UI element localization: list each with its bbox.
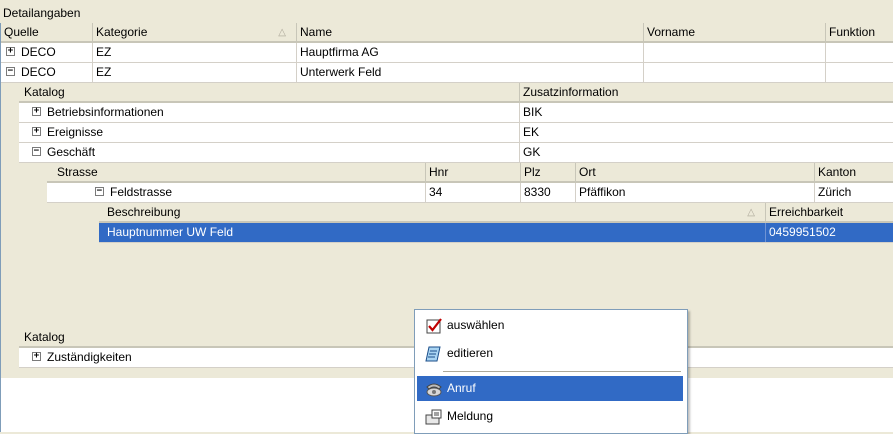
level3-header: Strasse Hnr Plz Ort Kanton: [47, 163, 893, 183]
message-icon: [425, 409, 442, 425]
menu-item-anruf[interactable]: Anruf: [417, 376, 683, 401]
zusatz-cell: GK: [523, 145, 541, 159]
column-header-erreichbarkeit[interactable]: Erreichbarkeit: [766, 203, 893, 222]
menu-item-label: Anruf: [447, 381, 476, 395]
plz-cell: 8330: [521, 183, 576, 202]
menu-item-label: Meldung: [447, 409, 494, 423]
funktion-cell: [826, 43, 893, 62]
table-row[interactable]: DECO − EZ Unterwerk Feld: [1, 63, 893, 83]
column-header-plz[interactable]: Plz: [521, 163, 576, 182]
menu-separator: [443, 371, 681, 372]
kanton-cell: Zürich: [818, 185, 852, 199]
edit-icon: [425, 346, 441, 362]
column-header-strasse[interactable]: Strasse: [47, 163, 426, 182]
column-header-beschreibung[interactable]: Beschreibung △: [99, 203, 766, 222]
column-header-ort[interactable]: Ort: [576, 163, 815, 182]
phone-icon: [426, 383, 442, 397]
zusatz-cell: BIK: [523, 105, 543, 119]
name-cell: Hauptfirma AG: [297, 43, 644, 62]
sort-arrow-icon: △: [278, 27, 286, 38]
column-header-kategorie[interactable]: Kategorie △: [93, 23, 297, 42]
table-row[interactable]: + Betriebsinformationen BIK: [19, 103, 893, 123]
beschreibung-label: Beschreibung: [107, 205, 181, 219]
erreichbarkeit-cell: 0459951502: [769, 225, 836, 239]
vorname-cell: [644, 63, 826, 82]
column-header-vorname[interactable]: Vorname: [644, 23, 826, 42]
table-row[interactable]: − Geschäft GK: [19, 143, 893, 163]
menu-item-label: auswählen: [447, 318, 505, 332]
menu-item-auswaehlen[interactable]: auswählen: [417, 313, 683, 338]
katalog-cell: Betriebsinformationen: [19, 103, 520, 122]
column-header-katalog[interactable]: Katalog: [19, 83, 520, 102]
ort-cell: Pfäffikon: [576, 183, 815, 202]
sort-arrow-icon: △: [747, 207, 755, 218]
beschreibung-cell: Hauptnummer UW Feld: [99, 223, 766, 242]
kategorie-cell: EZ: [93, 63, 297, 82]
menu-item-label: editieren: [447, 346, 494, 360]
menu-item-editieren[interactable]: editieren: [417, 341, 683, 366]
context-menu: auswählen editieren Anruf Meldung: [414, 309, 688, 434]
checkbox-icon: [426, 318, 442, 334]
collapse-icon[interactable]: −: [6, 67, 15, 76]
katalog-cell: Ereignisse: [19, 123, 520, 142]
funktion-cell: [826, 63, 893, 82]
table-row[interactable]: + Ereignisse EK: [19, 123, 893, 143]
column-header-funktion[interactable]: Funktion: [826, 23, 893, 42]
zusatz-cell: EK: [523, 125, 540, 139]
menu-item-meldung[interactable]: Meldung: [417, 404, 683, 429]
vorname-cell: [644, 43, 826, 62]
table-row-selected[interactable]: Hauptnummer UW Feld 0459951502: [99, 223, 893, 243]
expand-icon[interactable]: +: [6, 47, 15, 56]
level1-header: Quelle Kategorie △ Name Vorname Funktion: [1, 23, 893, 43]
column-header-zusatzinformation[interactable]: Zusatzinformation: [520, 83, 893, 102]
table-row[interactable]: − Feldstrasse 34 8330 Pfäffikon Zürich: [47, 183, 893, 203]
column-header-name[interactable]: Name: [297, 23, 644, 42]
column-header-hnr[interactable]: Hnr: [426, 163, 521, 182]
column-header-quelle[interactable]: Quelle: [1, 23, 93, 42]
level4-header: Beschreibung △ Erreichbarkeit: [99, 203, 893, 223]
kategorie-cell: EZ: [93, 43, 297, 62]
table-row[interactable]: DECO + EZ Hauptfirma AG: [1, 43, 893, 63]
name-cell: Unterwerk Feld: [297, 63, 644, 82]
hnr-cell: 34: [426, 183, 521, 202]
panel-title: Detailangaben: [3, 6, 81, 20]
column-header-kanton[interactable]: Kanton: [815, 163, 893, 182]
level2-header: Katalog Zusatzinformation: [19, 83, 893, 103]
kategorie-label: Kategorie: [96, 25, 148, 39]
katalog-cell: Geschäft: [19, 143, 520, 162]
strasse-cell: Feldstrasse: [47, 183, 426, 202]
